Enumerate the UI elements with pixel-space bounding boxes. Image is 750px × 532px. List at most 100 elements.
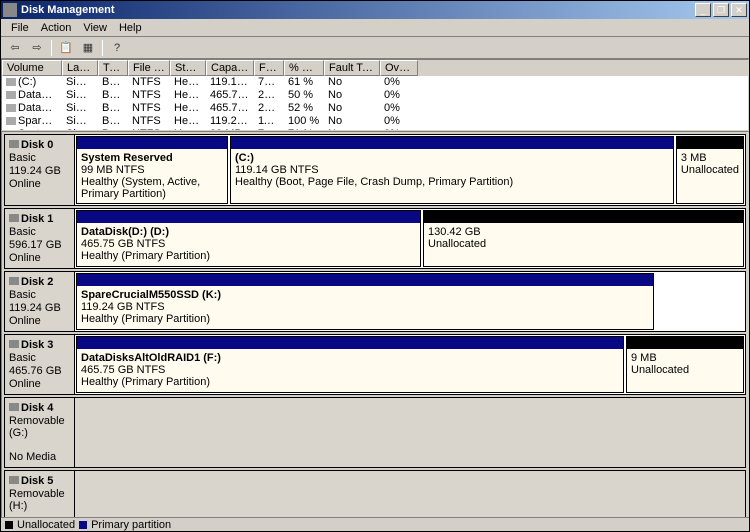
- disk-graphical-pane[interactable]: Disk 0 Basic 119.24 GB Online System Res…: [1, 131, 749, 531]
- volume-icon: [6, 104, 16, 112]
- cell-free: 72.1...: [254, 76, 284, 89]
- cell-free: 119....: [254, 115, 284, 128]
- menubar: File Action View Help: [1, 19, 749, 37]
- disk-label[interactable]: Disk 3 Basic 465.76 GB Online: [5, 335, 75, 394]
- cell-free: 232....: [254, 89, 284, 102]
- cell-volume: DataDisksAl...: [2, 102, 62, 115]
- cell-capacity: 465.75 GB: [206, 102, 254, 115]
- cell-fault: No: [324, 115, 380, 128]
- cell-pctfree: 61 %: [284, 76, 324, 89]
- cell-volume: SpareCrucial...: [2, 115, 62, 128]
- cell-overh: 0%: [380, 89, 418, 102]
- removable-icon: [9, 403, 19, 411]
- help-button[interactable]: ?: [107, 39, 127, 57]
- separator: [51, 40, 52, 56]
- cell-overh: 0%: [380, 76, 418, 89]
- cell-layout: Simple: [62, 89, 98, 102]
- cell-volume: DataDisk(D...: [2, 89, 62, 102]
- menu-file[interactable]: File: [5, 21, 35, 35]
- col-pctfree[interactable]: % Free: [284, 60, 324, 76]
- menu-action[interactable]: Action: [35, 21, 78, 35]
- disk-icon: [9, 277, 19, 285]
- disk-icon: [9, 214, 19, 222]
- titlebar: Disk Management _ ❐ ✕: [1, 1, 749, 19]
- back-button[interactable]: ⇦: [5, 39, 25, 57]
- refresh-button[interactable]: 📋: [56, 39, 76, 57]
- partition-bar: [231, 137, 673, 149]
- col-layout[interactable]: Layout: [62, 60, 98, 76]
- col-free[interactable]: Free ...: [254, 60, 284, 76]
- volume-icon: [6, 78, 16, 86]
- cell-capacity: 119.24 GB: [206, 115, 254, 128]
- close-button[interactable]: ✕: [731, 3, 747, 17]
- cell-layout: Simple: [62, 76, 98, 89]
- disk-label[interactable]: Disk 2 Basic 119.24 GB Online: [5, 272, 75, 331]
- menu-view[interactable]: View: [77, 21, 113, 35]
- cell-volume: (C:): [2, 76, 62, 89]
- cell-capacity: 119.14 GB: [206, 76, 254, 89]
- volume-list-pane[interactable]: Volume Layout Type File Sys... Status Ca…: [1, 59, 749, 131]
- cell-type: Basic: [98, 89, 128, 102]
- cell-pctfree: 100 %: [284, 115, 324, 128]
- partition-bar: [77, 337, 623, 349]
- disk-row-3: Disk 3 Basic 465.76 GB Online DataDisksA…: [4, 334, 746, 395]
- disk-icon: [9, 140, 19, 148]
- menu-help[interactable]: Help: [113, 21, 148, 35]
- partition-sparecrucial-k[interactable]: SpareCrucialM550SSD (K:) 119.24 GB NTFS …: [76, 273, 654, 330]
- app-icon: [3, 3, 17, 17]
- cell-status: Health...: [170, 102, 206, 115]
- cell-type: Basic: [98, 115, 128, 128]
- col-fault[interactable]: Fault Tolera...: [324, 60, 380, 76]
- volume-icon: [6, 117, 16, 125]
- partition-unallocated[interactable]: 130.42 GB Unallocated: [423, 210, 744, 267]
- partition-bar: [677, 137, 743, 149]
- cell-pctfree: 50 %: [284, 89, 324, 102]
- toolbar: ⇦ ⇨ 📋 ▦ ?: [1, 37, 749, 59]
- cell-fault: No: [324, 89, 380, 102]
- properties-button[interactable]: ▦: [78, 39, 98, 57]
- cell-overh: 0%: [380, 115, 418, 128]
- partition-datadisksalt-f[interactable]: DataDisksAltOldRAID1 (F:) 465.75 GB NTFS…: [76, 336, 624, 393]
- partition-system-reserved[interactable]: System Reserved 99 MB NTFS Healthy (Syst…: [76, 136, 228, 204]
- volume-row[interactable]: DataDisksAl...SimpleBasicNTFSHealth...46…: [2, 102, 748, 115]
- disk-label[interactable]: Disk 1 Basic 596.17 GB Online: [5, 209, 75, 268]
- col-type[interactable]: Type: [98, 60, 128, 76]
- col-volume[interactable]: Volume: [2, 60, 62, 76]
- removable-icon: [9, 476, 19, 484]
- disk-label[interactable]: Disk 4 Removable (G:) No Media: [5, 398, 75, 467]
- minimize-button[interactable]: _: [695, 3, 711, 17]
- partition-unallocated[interactable]: 9 MB Unallocated: [626, 336, 744, 393]
- cell-fault: No: [324, 76, 380, 89]
- cell-type: Basic: [98, 76, 128, 89]
- partition-bar: [627, 337, 743, 349]
- legend-swatch-primary: [79, 521, 87, 529]
- col-status[interactable]: Status: [170, 60, 206, 76]
- volume-row[interactable]: (C:)SimpleBasicNTFSHealth...119.14 GB72.…: [2, 76, 748, 89]
- cell-status: Health...: [170, 115, 206, 128]
- volume-row[interactable]: SpareCrucial...SimpleBasicNTFSHealth...1…: [2, 115, 748, 128]
- disk-row-1: Disk 1 Basic 596.17 GB Online DataDisk(D…: [4, 208, 746, 269]
- cell-filesys: NTFS: [128, 76, 170, 89]
- legend-swatch-unallocated: [5, 521, 13, 529]
- cell-pctfree: 52 %: [284, 102, 324, 115]
- partition-bar: [77, 274, 653, 286]
- disk-label[interactable]: Disk 0 Basic 119.24 GB Online: [5, 135, 75, 205]
- forward-button[interactable]: ⇨: [27, 39, 47, 57]
- cell-capacity: 465.75 GB: [206, 89, 254, 102]
- partition-c[interactable]: (C:) 119.14 GB NTFS Healthy (Boot, Page …: [230, 136, 674, 204]
- partition-bar: [77, 137, 227, 149]
- volume-row[interactable]: DataDisk(D...SimpleBasicNTFSHealth...465…: [2, 89, 748, 102]
- legend: Unallocated Primary partition: [1, 517, 749, 531]
- window-title: Disk Management: [21, 4, 115, 16]
- cell-filesys: NTFS: [128, 89, 170, 102]
- col-overh[interactable]: Overh...: [380, 60, 418, 76]
- partition-datadisk-d[interactable]: DataDisk(D:) (D:) 465.75 GB NTFS Healthy…: [76, 210, 421, 267]
- col-filesys[interactable]: File Sys...: [128, 60, 170, 76]
- cell-layout: Simple: [62, 102, 98, 115]
- cell-layout: Simple: [62, 115, 98, 128]
- maximize-button[interactable]: ❐: [713, 3, 729, 17]
- cell-status: Health...: [170, 76, 206, 89]
- disk-icon: [9, 340, 19, 348]
- partition-unallocated[interactable]: 3 MB Unallocated: [676, 136, 744, 204]
- col-capacity[interactable]: Capacity: [206, 60, 254, 76]
